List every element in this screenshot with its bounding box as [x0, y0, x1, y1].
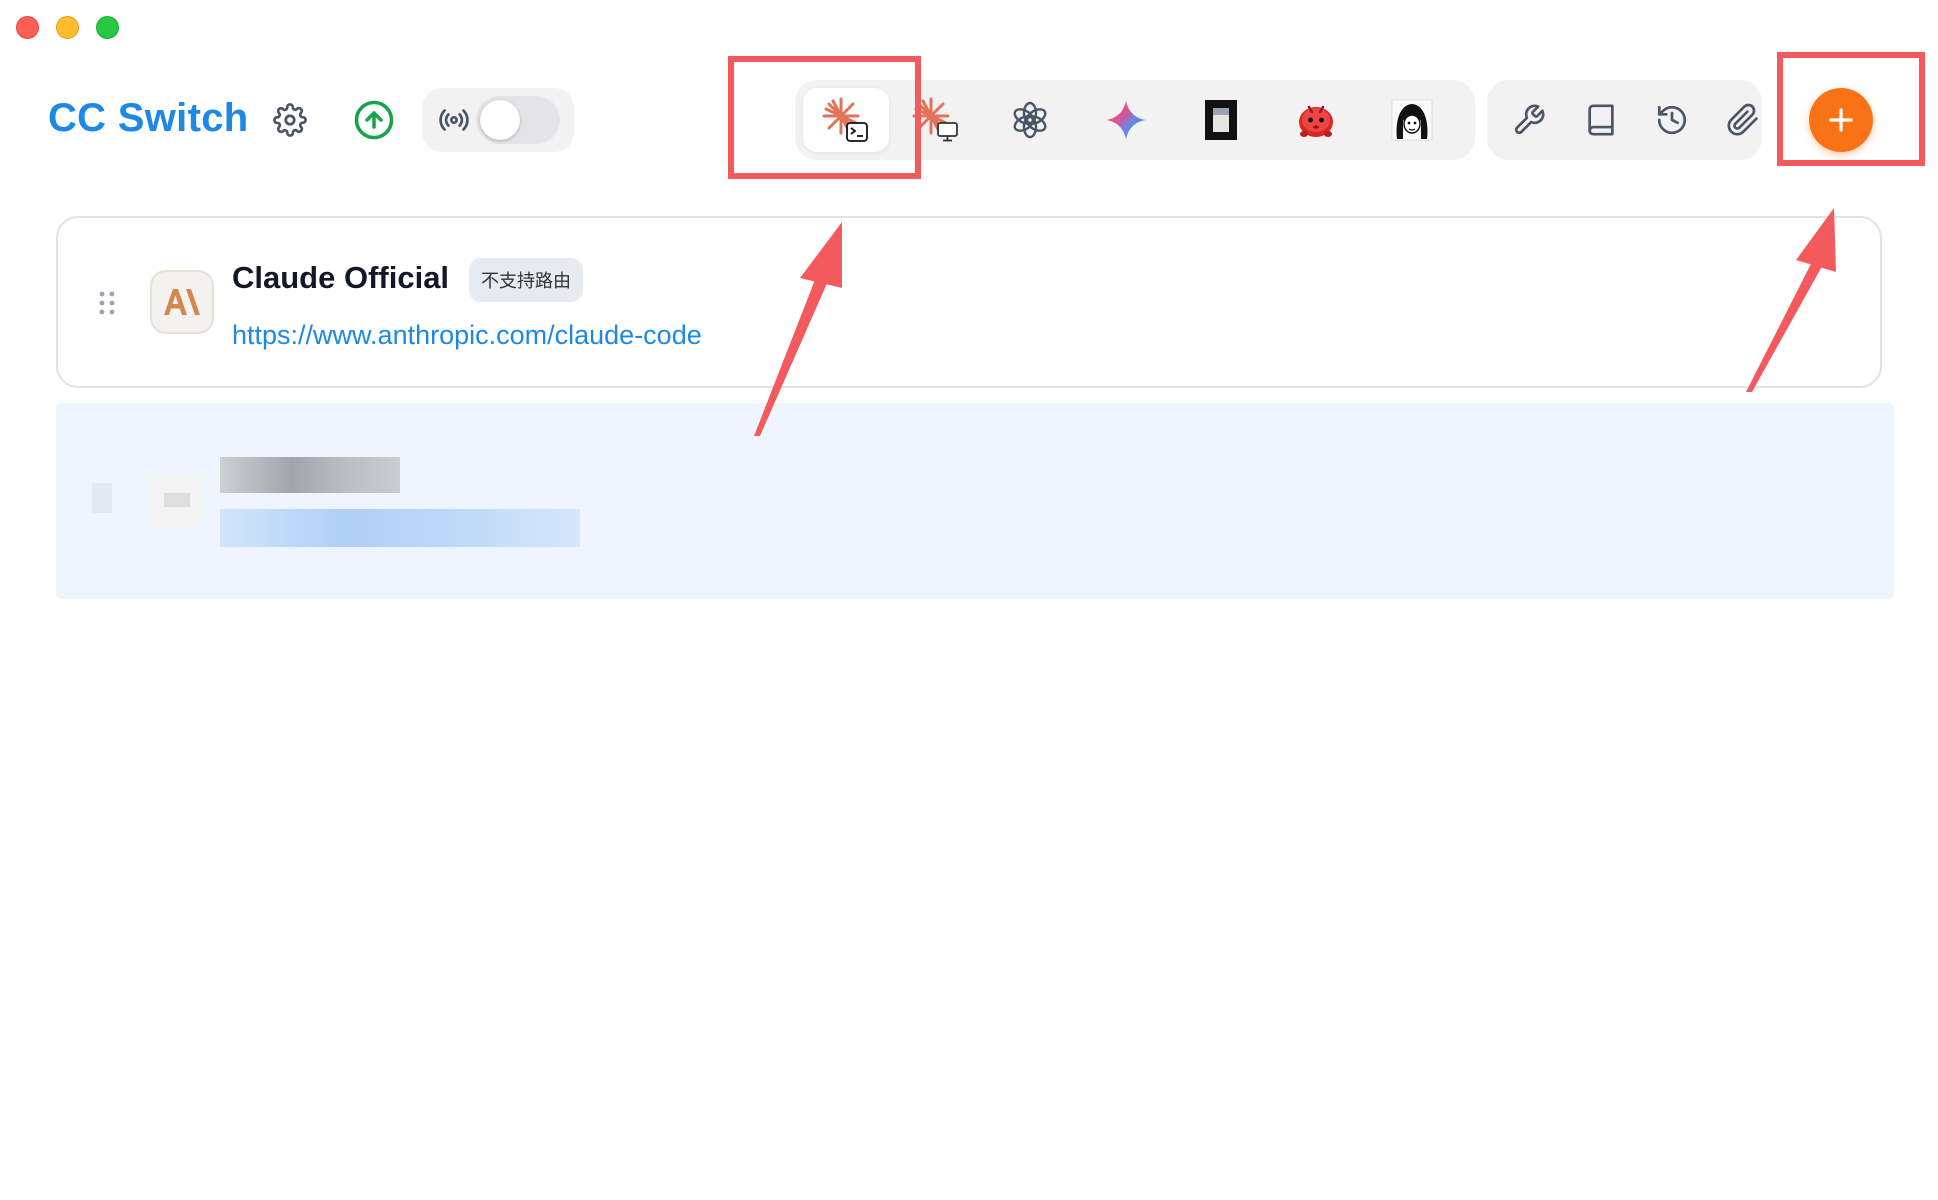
tab-app-6[interactable] [1369, 88, 1455, 152]
tab-app-4[interactable] [1178, 88, 1264, 152]
history-button[interactable] [1650, 98, 1694, 142]
gear-icon [273, 103, 307, 137]
annotation-arrows [754, 208, 1836, 436]
tab-gemini[interactable] [1083, 88, 1169, 152]
provider-name: Claude Official [232, 260, 450, 295]
provider-card-redacted[interactable] [56, 403, 1894, 599]
toggle-knob [480, 100, 520, 140]
anthropic-logo-icon [150, 270, 214, 334]
docs-button[interactable] [1579, 98, 1623, 142]
tab-openai[interactable] [987, 88, 1073, 152]
close-window-button[interactable] [16, 16, 39, 39]
provider-url-link[interactable]: https://www.anthropic.com/claude-code [232, 320, 702, 351]
highlight-box-add-button [1777, 52, 1925, 166]
tools-button[interactable] [1507, 98, 1551, 142]
proxy-toggle[interactable] [476, 96, 560, 144]
settings-button[interactable] [264, 94, 316, 146]
red-mascot-icon [1299, 105, 1333, 137]
broadcast-icon [434, 100, 474, 140]
dark-window-icon [1205, 100, 1237, 140]
drag-handle-icon [92, 483, 112, 513]
provider-card[interactable]: Claude Official 不支持路由 https://www.anthro… [56, 216, 1882, 388]
zoom-window-button[interactable] [96, 16, 119, 39]
minimize-window-button[interactable] [56, 16, 79, 39]
highlight-box-app-tab [728, 56, 921, 179]
proxy-control [422, 88, 574, 152]
provider-logo-mark [164, 493, 190, 507]
arrow-up-circle-icon [354, 100, 394, 140]
app-window: CC Switch Claude Official 不支持路由 https://… [0, 0, 1938, 1200]
routing-badge: 不支持路由 [469, 258, 583, 302]
redacted-url [220, 509, 580, 547]
tab-app-5[interactable] [1273, 88, 1359, 152]
attachments-button[interactable] [1721, 98, 1765, 142]
update-button[interactable] [348, 94, 400, 146]
app-title: CC Switch [48, 96, 249, 140]
paperclip-icon [1727, 103, 1758, 136]
redacted-name [220, 457, 400, 493]
window-controls [16, 16, 119, 39]
wrench-icon [1514, 104, 1545, 135]
book-icon [1588, 104, 1614, 136]
openai-icon [1013, 101, 1047, 139]
anime-avatar-icon [1391, 99, 1433, 141]
gemini-icon [1106, 100, 1146, 140]
drag-handle-icon[interactable] [98, 290, 116, 316]
history-icon [1657, 105, 1687, 135]
tools-toolbar [1487, 80, 1762, 160]
